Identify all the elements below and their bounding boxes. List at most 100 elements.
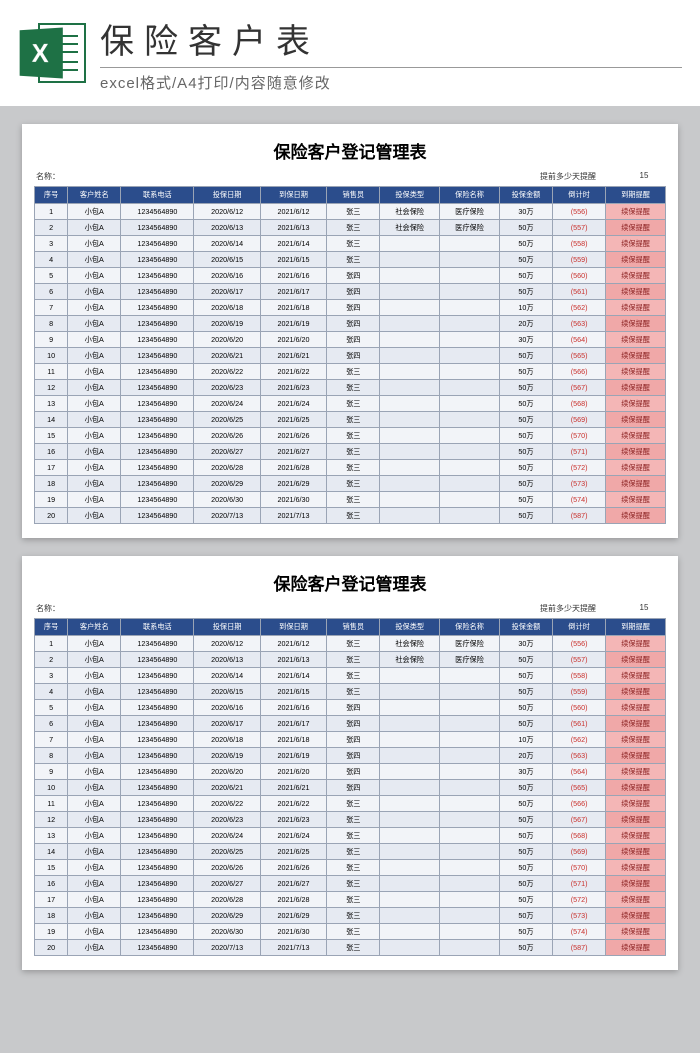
table-cell: 续保提醒 [606, 668, 666, 684]
table-cell [380, 812, 440, 828]
table-cell: 小包A [68, 476, 121, 492]
table-cell: 2020/6/23 [194, 812, 260, 828]
table-cell: 1 [35, 636, 68, 652]
sheet-title: 保险客户登记管理表 [34, 134, 666, 169]
meta-remind-label: 提前多少天提醒 [540, 171, 596, 182]
table-cell: 张三 [327, 924, 380, 940]
table-cell: 续保提醒 [606, 908, 666, 924]
table-header-row: 序号客户姓名联系电话投保日期到保日期销售员投保类型保险名称投保金额倒计时到期提醒 [35, 187, 666, 204]
table-cell: 1234564890 [121, 876, 194, 892]
table-cell: 2020/6/18 [194, 300, 260, 316]
column-header: 联系电话 [121, 187, 194, 204]
table-cell: 2021/6/28 [260, 892, 326, 908]
table-cell [440, 828, 500, 844]
table-cell: 2020/6/27 [194, 444, 260, 460]
table-cell: 2020/6/15 [194, 252, 260, 268]
table-row: 6小包A12345648902020/6/172021/6/17张四50万(56… [35, 284, 666, 300]
table-cell: (563) [553, 316, 606, 332]
table-cell: 1234564890 [121, 508, 194, 524]
table-cell: 2020/7/13 [194, 940, 260, 956]
table-cell: 小包A [68, 444, 121, 460]
table-cell: 张三 [327, 684, 380, 700]
table-cell: (573) [553, 908, 606, 924]
table-cell: 续保提醒 [606, 876, 666, 892]
table-cell: 2020/6/22 [194, 796, 260, 812]
table-cell: 张四 [327, 332, 380, 348]
table-cell: 小包A [68, 860, 121, 876]
table-cell: 张三 [327, 940, 380, 956]
sheet-title: 保险客户登记管理表 [34, 566, 666, 601]
table-cell: 续保提醒 [606, 348, 666, 364]
table-cell: 2021/6/20 [260, 332, 326, 348]
table-cell: 张三 [327, 428, 380, 444]
table-cell: 续保提醒 [606, 924, 666, 940]
table-cell: 小包A [68, 924, 121, 940]
table-cell [440, 396, 500, 412]
table-cell: 2021/6/12 [260, 204, 326, 220]
table-cell [440, 428, 500, 444]
table-row: 10小包A12345648902020/6/212021/6/21张四50万(5… [35, 780, 666, 796]
table-cell: 续保提醒 [606, 332, 666, 348]
table-cell: 小包A [68, 284, 121, 300]
table-row: 17小包A12345648902020/6/282021/6/28张三50万(5… [35, 892, 666, 908]
table-cell: 18 [35, 476, 68, 492]
table-header-row: 序号客户姓名联系电话投保日期到保日期销售员投保类型保险名称投保金额倒计时到期提醒 [35, 619, 666, 636]
table-cell: 50万 [499, 284, 552, 300]
table-cell: 50万 [499, 844, 552, 860]
table-cell: 小包A [68, 828, 121, 844]
table-cell [440, 860, 500, 876]
table-cell: 续保提醒 [606, 460, 666, 476]
table-cell: 续保提醒 [606, 812, 666, 828]
table-row: 11小包A12345648902020/6/222021/6/22张三50万(5… [35, 796, 666, 812]
table-cell: 2021/6/30 [260, 492, 326, 508]
table-cell: 续保提醒 [606, 428, 666, 444]
table-cell: 2021/6/12 [260, 636, 326, 652]
table-cell: 1234564890 [121, 204, 194, 220]
table-cell [440, 812, 500, 828]
table-cell: 小包A [68, 732, 121, 748]
table-cell: 50万 [499, 716, 552, 732]
table-cell: 2021/6/14 [260, 668, 326, 684]
table-cell: 50万 [499, 236, 552, 252]
table-cell: 50万 [499, 828, 552, 844]
table-cell: 社会保险 [380, 204, 440, 220]
table-cell: 15 [35, 860, 68, 876]
table-cell: 2020/6/29 [194, 476, 260, 492]
table-cell: 6 [35, 284, 68, 300]
table-cell [380, 332, 440, 348]
table-cell [380, 300, 440, 316]
table-cell: 续保提醒 [606, 412, 666, 428]
meta-name-label: 名称： [36, 603, 60, 614]
table-row: 13小包A12345648902020/6/242021/6/24张三50万(5… [35, 396, 666, 412]
table-cell: 2021/6/29 [260, 476, 326, 492]
table-cell: (569) [553, 412, 606, 428]
table-cell [380, 444, 440, 460]
table-cell: (559) [553, 252, 606, 268]
table-cell: 2021/6/17 [260, 716, 326, 732]
table-row: 9小包A12345648902020/6/202021/6/20张四30万(56… [35, 764, 666, 780]
table-cell: 20万 [499, 748, 552, 764]
table-cell: 1234564890 [121, 812, 194, 828]
table-cell: (558) [553, 236, 606, 252]
table-row: 2小包A12345648902020/6/132021/6/13张三社会保险医疗… [35, 652, 666, 668]
table-cell [380, 476, 440, 492]
table-cell: 1234564890 [121, 348, 194, 364]
table-cell: 小包A [68, 812, 121, 828]
column-header: 倒计时 [553, 619, 606, 636]
table-cell: 张三 [327, 492, 380, 508]
table-cell: 14 [35, 412, 68, 428]
table-cell: 50万 [499, 700, 552, 716]
table-cell: 2020/6/29 [194, 908, 260, 924]
table-cell: 张四 [327, 348, 380, 364]
table-cell: 19 [35, 924, 68, 940]
table-cell: 2020/7/13 [194, 508, 260, 524]
table-row: 2小包A12345648902020/6/132021/6/13张三社会保险医疗… [35, 220, 666, 236]
column-header: 投保日期 [194, 619, 260, 636]
table-cell: 1234564890 [121, 396, 194, 412]
table-cell [380, 364, 440, 380]
table-cell: (564) [553, 764, 606, 780]
table-cell: 1234564890 [121, 844, 194, 860]
table-cell: 社会保险 [380, 220, 440, 236]
table-cell: 2021/7/13 [260, 508, 326, 524]
table-cell: 2021/6/30 [260, 924, 326, 940]
